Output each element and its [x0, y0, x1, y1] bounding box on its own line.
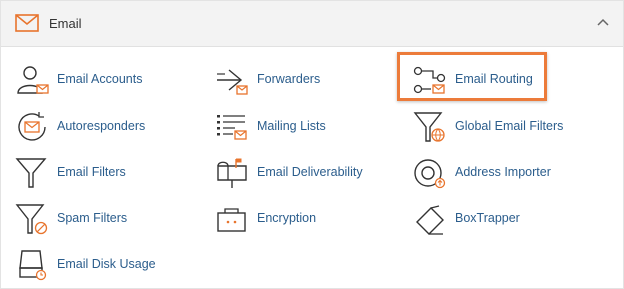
email-deliverability-label: Email Deliverability — [257, 165, 363, 179]
mailing-lists-icon — [217, 115, 247, 140]
email-deliverability-icon — [217, 158, 247, 188]
encryption-link[interactable]: Encryption — [215, 202, 405, 236]
email-accounts-icon — [17, 66, 49, 94]
email-disk-usage-link[interactable]: Email Disk Usage — [15, 248, 205, 282]
chevron-up-icon[interactable] — [597, 18, 609, 26]
email-disk-usage-icon — [19, 250, 47, 281]
email-filters-link[interactable]: Email Filters — [15, 156, 205, 190]
envelope-icon — [15, 14, 39, 32]
address-importer-icon — [414, 159, 446, 189]
global-email-filters-label: Global Email Filters — [455, 119, 564, 133]
section-header[interactable]: Email — [1, 1, 623, 47]
section-title: Email — [49, 16, 82, 31]
email-filters-icon — [15, 158, 47, 188]
encryption-icon — [217, 208, 246, 232]
highlight-box — [397, 52, 547, 101]
email-section-panel: Email Email Accounts Forwarders Email Ro… — [0, 0, 624, 289]
email-disk-usage-label: Email Disk Usage — [57, 257, 156, 271]
address-importer-link[interactable]: Address Importer — [413, 156, 603, 190]
global-email-filters-icon — [413, 112, 445, 142]
boxtrapper-icon — [416, 205, 444, 235]
autoresponders-link[interactable]: Autoresponders — [15, 110, 205, 144]
forwarders-label: Forwarders — [257, 72, 321, 86]
email-accounts-link[interactable]: Email Accounts — [15, 63, 205, 97]
spam-filters-link[interactable]: Spam Filters — [15, 202, 205, 236]
mailing-lists-link[interactable]: Mailing Lists — [215, 110, 405, 144]
email-deliverability-link[interactable]: Email Deliverability — [215, 156, 405, 190]
spam-filters-label: Spam Filters — [57, 211, 128, 225]
autoresponders-icon — [18, 112, 46, 141]
forwarders-link[interactable]: Forwarders — [215, 63, 405, 97]
boxtrapper-label: BoxTrapper — [455, 211, 520, 225]
email-accounts-label: Email Accounts — [57, 72, 143, 86]
forwarders-icon — [217, 69, 248, 95]
autoresponders-label: Autoresponders — [57, 119, 146, 133]
boxtrapper-link[interactable]: BoxTrapper — [413, 202, 603, 236]
spam-filters-icon — [15, 204, 48, 235]
global-email-filters-link[interactable]: Global Email Filters — [413, 110, 603, 144]
address-importer-label: Address Importer — [455, 165, 551, 179]
email-filters-label: Email Filters — [57, 165, 126, 179]
encryption-label: Encryption — [257, 211, 317, 225]
mailing-lists-label: Mailing Lists — [257, 119, 326, 133]
